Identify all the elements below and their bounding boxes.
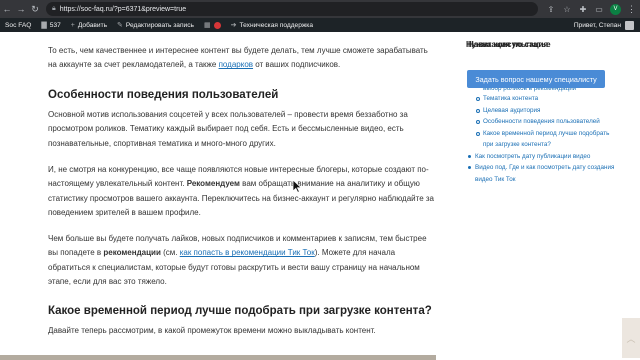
back-icon[interactable]: ← <box>0 0 14 18</box>
toc-label: Особенности поведения пользователей <box>483 118 600 125</box>
greeting: Привет, Степан <box>573 21 621 29</box>
comment-icon: ▇ <box>41 22 47 29</box>
p1-text-b: от ваших подписчиков. <box>253 60 341 70</box>
p3-bold: Рекомендуем <box>186 179 240 189</box>
share-icon[interactable]: ⇪ <box>546 4 556 14</box>
toc-item-6[interactable]: Видео под. Где и как посмотреть дату соз… <box>467 162 617 185</box>
gifts-link[interactable]: подарков <box>219 60 253 69</box>
bookmark-star-icon[interactable]: ☆ <box>562 4 572 14</box>
article-toc: выбор роликов в рекомендации Тематика ко… <box>467 84 617 185</box>
paragraph-2: Основной мотив использования соцсетей у … <box>48 110 408 148</box>
scroll-to-top-button[interactable]: ︿ <box>622 318 640 358</box>
admin-comments-link[interactable]: ▇ 537 <box>36 18 65 32</box>
toc-item-4[interactable]: Какое временной период лучше подобрать п… <box>467 128 617 151</box>
admin-site-link[interactable]: Soc FAQ <box>0 18 36 32</box>
toc-label: Видео под. Где и как посмотреть дату соз… <box>475 164 615 183</box>
admin-edit-post[interactable]: ✎ Редактировать запись <box>112 18 199 32</box>
user-avatar <box>625 20 634 30</box>
bottom-progress-bar <box>0 355 436 360</box>
pencil-icon: ✎ <box>117 22 123 29</box>
forward-icon[interactable]: → <box>14 0 28 18</box>
extensions-icon[interactable]: ✚ <box>578 4 588 14</box>
bullet-icon <box>468 154 471 158</box>
menu-icon[interactable]: ⋮ <box>627 4 636 15</box>
heading-upload-time: Какое временной период лучше подобрать п… <box>48 305 432 317</box>
toc-item-3[interactable]: Особенности поведения пользователей <box>467 116 617 128</box>
admin-add-new[interactable]: + Добавить <box>66 18 112 32</box>
arrow-icon: ➔ <box>230 22 237 29</box>
toc-item-1[interactable]: Тематика контента <box>467 93 617 105</box>
address-bar[interactable]: 🔒︎ https://soc-faq.ru/?p=6371&preview=tr… <box>46 2 538 16</box>
bullet-icon <box>476 108 480 113</box>
bullet-icon <box>468 166 471 169</box>
edit-label: Редактировать запись <box>125 21 194 29</box>
admin-bar: Soc FAQ ▇ 537 + Добавить ✎ Редактировать… <box>0 18 640 32</box>
toc-label: Какое временной период лучше подобрать п… <box>483 129 610 149</box>
url-text[interactable]: https://soc-faq.ru/?p=6371&preview=true <box>60 6 186 13</box>
sidebar-title: Нужна консультация Навигация по статье <box>466 40 616 52</box>
toc-item-2[interactable]: Целевая аудитория <box>467 105 617 117</box>
status-dot <box>213 21 221 29</box>
paragraph-5: Давайте теперь рассмотрим, в какой проме… <box>48 326 376 335</box>
bullet-icon <box>476 120 480 124</box>
paragraph-4: Чем больше вы будете получать лайков, но… <box>48 232 436 290</box>
paragraph-1: То есть, чем качественнее и интереснее к… <box>48 44 436 73</box>
sidebar-title-nav: Навигация по статье <box>468 40 551 49</box>
reload-icon[interactable]: ↻ <box>28 0 42 18</box>
paragraph-3: И, не смотря на конкуренцию, все чаще по… <box>48 163 436 221</box>
support-label: Техническая поддержка <box>239 21 313 29</box>
toc-label: Целевая аудитория <box>483 106 541 114</box>
chevron-up-icon: ︿ <box>626 333 636 344</box>
bullet-icon <box>476 97 480 101</box>
add-label: Добавить <box>77 21 108 29</box>
bullet-icon <box>476 131 480 136</box>
comments-count: 537 <box>49 21 61 29</box>
p4-bold: рекомендации <box>103 248 161 258</box>
toc-item-5[interactable]: Как посмотреть дату публикации видео <box>467 151 617 163</box>
admin-seo-status[interactable]: ▦ <box>199 18 226 32</box>
admin-support-link[interactable]: ➔ Техническая поддержка <box>226 18 318 32</box>
seo-icon: ▦ <box>203 22 211 29</box>
plus-icon: + <box>70 21 75 29</box>
admin-account[interactable]: Привет, Степан <box>574 18 634 32</box>
toc-label: Тематика контента <box>483 95 539 102</box>
browser-toolbar: ← → ↻ 🔒︎ https://soc-faq.ru/?p=6371&prev… <box>0 0 640 18</box>
page-body: То есть, чем качественнее и интереснее к… <box>0 32 640 360</box>
ask-specialist-button[interactable]: Задать вопрос нашему специалисту <box>467 70 605 88</box>
heading-user-behavior: Особенности поведения пользователей <box>48 89 279 101</box>
toc-label: Как посмотреть дату публикации видео <box>475 152 591 160</box>
lock-icon: 🔒︎ <box>52 5 56 12</box>
sidebar-icon[interactable]: ▭ <box>594 4 604 14</box>
site-name: Soc FAQ <box>5 21 32 29</box>
mouse-cursor-icon <box>292 179 302 193</box>
recommendations-link[interactable]: как попасть в рекомендации Тик Ток <box>180 248 315 257</box>
profile-avatar[interactable]: V <box>610 3 621 15</box>
p4-text-b: (см. <box>160 248 180 258</box>
